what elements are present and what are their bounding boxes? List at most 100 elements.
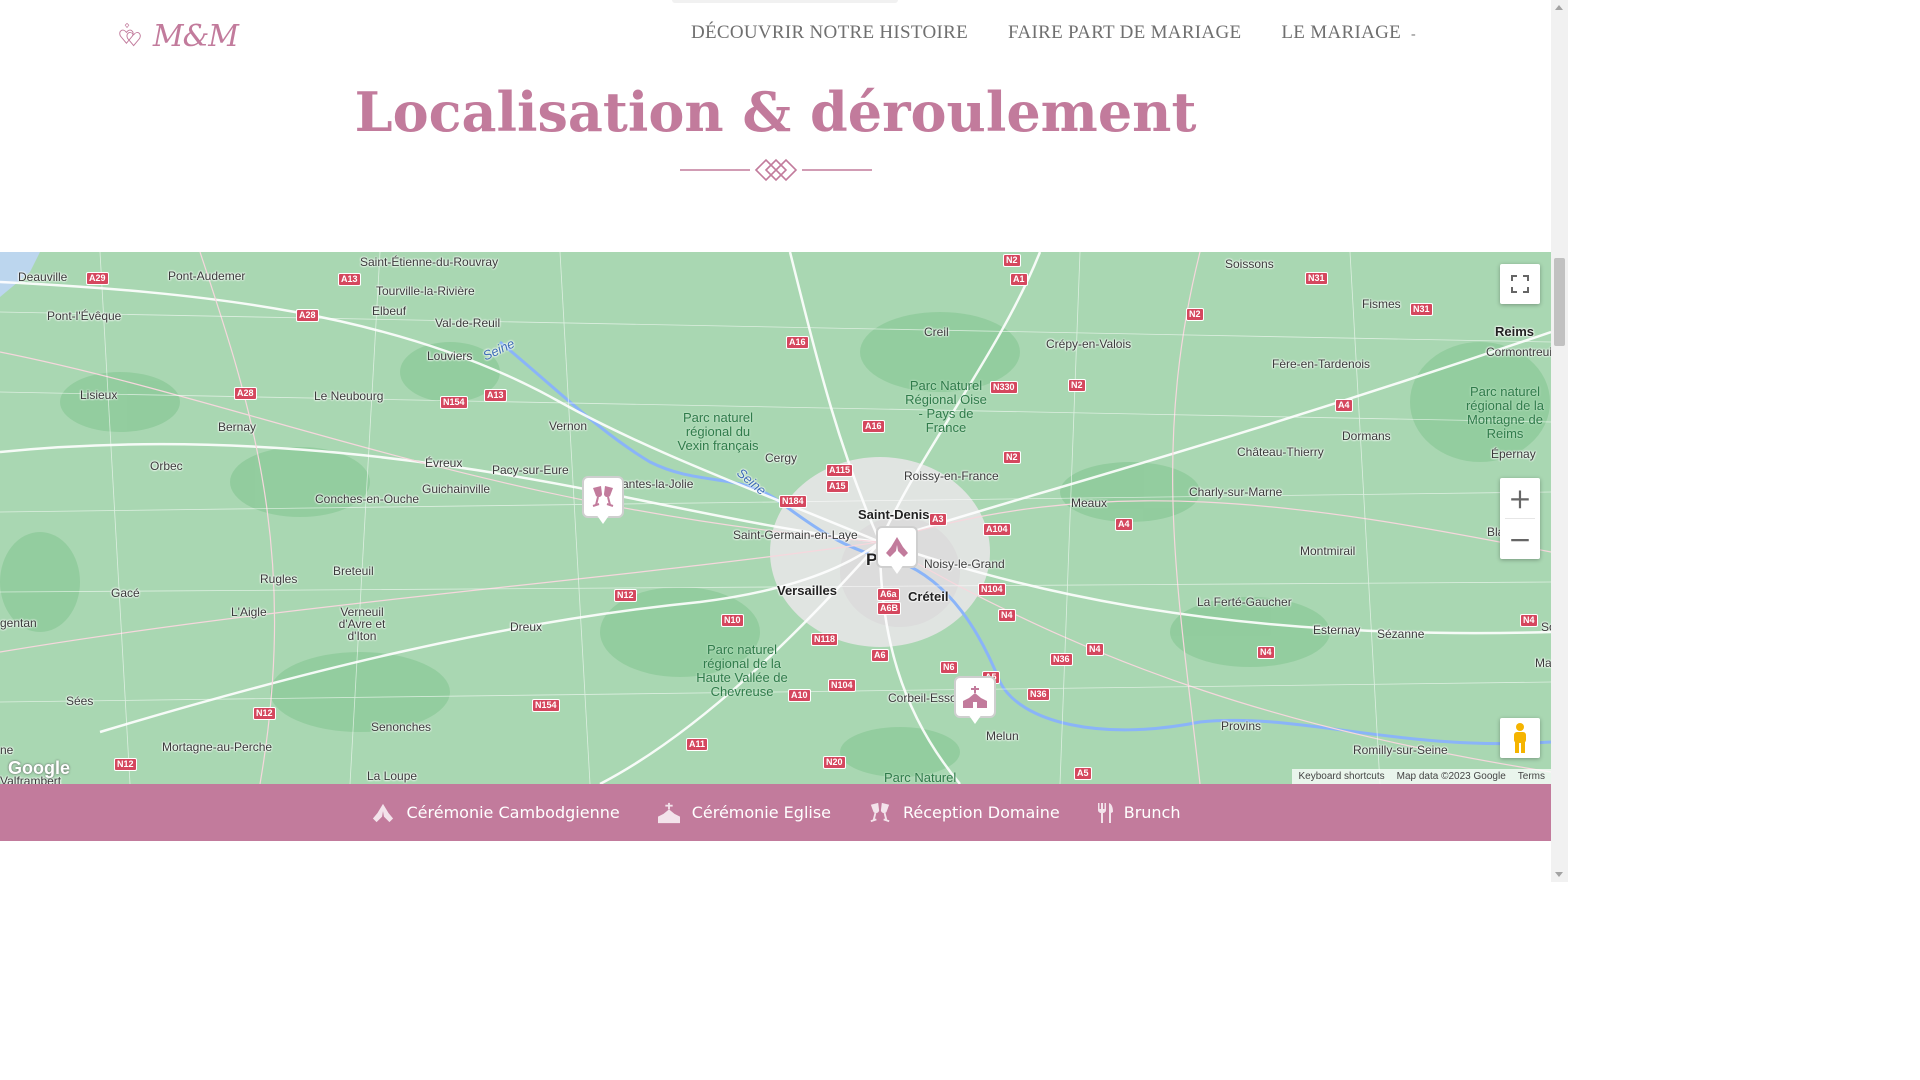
road-shield: A16: [786, 336, 809, 349]
praying-hands-icon: [373, 803, 394, 822]
praying-hands-icon: [886, 537, 908, 557]
legend-item-ceremonie-eglise[interactable]: Cérémonie Eglise: [656, 802, 831, 824]
terms-link[interactable]: Terms: [1512, 771, 1551, 782]
marker-pin: [876, 526, 918, 568]
fullscreen-icon: [1511, 275, 1529, 293]
road-shield: N12: [614, 589, 637, 602]
place-label: Senonches: [371, 720, 432, 734]
map-marker-reception[interactable]: [582, 476, 624, 528]
road-shield: N4: [1257, 646, 1275, 659]
place-label: Creil: [924, 325, 949, 339]
place-label: Val-de-Reuil: [435, 316, 501, 330]
road-shield: N20: [823, 756, 846, 769]
place-label: Sézanne: [1377, 627, 1425, 641]
road-shield: A6: [871, 649, 889, 662]
place-label: Roissy-en-France: [904, 469, 999, 483]
place-label: Mantes-la-Jolie: [612, 477, 694, 491]
legend-item-ceremonie-cambodgienne[interactable]: Cérémonie Cambodgienne: [370, 802, 620, 824]
marker-pin: [954, 676, 996, 718]
church-icon: [963, 686, 987, 708]
main-nav: DÉCOUVRIR NOTRE HISTOIRE FAIRE PART DE M…: [691, 22, 1416, 44]
road-shield: A15: [826, 480, 849, 493]
place-label: Dormans: [1342, 429, 1391, 443]
road-shield: A1: [1010, 273, 1028, 286]
place-label: Château-Thierry: [1237, 445, 1324, 459]
place-label: La Ferté-Gaucher: [1197, 595, 1292, 609]
toast-glasses-icon: [592, 486, 614, 507]
scroll-up-icon[interactable]: [1555, 5, 1563, 10]
google-logo[interactable]: Google: [8, 758, 70, 779]
road-shield: A4: [1115, 518, 1133, 531]
place-label: L'Aigle: [231, 605, 267, 619]
section-title: Localisation & déroulement: [354, 80, 1197, 144]
fullscreen-button[interactable]: [1500, 264, 1540, 304]
road-shield: A13: [338, 273, 361, 286]
place-label: Versailles: [777, 583, 837, 598]
site-logo[interactable]: M&M: [118, 12, 239, 60]
road-shield: N154: [440, 396, 468, 409]
map-marker-ceremonie-cambodgienne[interactable]: [876, 526, 918, 578]
street-view-button[interactable]: [1500, 718, 1540, 758]
zoom-in-button[interactable]: +: [1500, 478, 1540, 518]
park-label: Parc Naturel Régional Oise - Pays de Fra…: [905, 378, 987, 435]
road-shield: A29: [86, 272, 109, 285]
heart-rings-icon: [119, 22, 141, 47]
park-label: Parc naturel régional du Vexin français: [677, 410, 759, 453]
nav-item-le-mariage[interactable]: LE MARIAGE -: [1281, 22, 1416, 44]
place-label: Verneuil d'Avre et d'Iton: [338, 605, 386, 643]
scroll-thumb[interactable]: [1554, 258, 1565, 346]
map-legend: Cérémonie Cambodgienne Cérémonie Eglise …: [0, 784, 1551, 841]
park-label: Parc naturel régional de la Montagne de …: [1465, 384, 1545, 441]
place-label: Conches-en-Ouche: [315, 492, 420, 506]
nav-item-histoire[interactable]: DÉCOUVRIR NOTRE HISTOIRE: [691, 22, 968, 44]
keyboard-shortcuts-link[interactable]: Keyboard shortcuts: [1292, 771, 1390, 782]
marker-tip: [968, 714, 982, 724]
place-label: Reims: [1495, 324, 1535, 339]
top-tab-decoration: [672, 0, 898, 3]
pegman-icon: [1514, 723, 1526, 753]
road-shield: N104: [828, 679, 856, 692]
road-shield: N184: [779, 495, 807, 508]
place-label: Cormontreuil: [1486, 345, 1551, 359]
place-label: Bernay: [218, 420, 257, 434]
place-label: Saint-Germain-en-Laye: [733, 528, 858, 542]
road-shield: N31: [1410, 303, 1433, 316]
site-header: M&M DÉCOUVRIR NOTRE HISTOIRE FAIRE PART …: [0, 0, 1551, 70]
scroll-down-icon[interactable]: [1555, 872, 1563, 877]
legend-item-brunch[interactable]: Brunch: [1096, 802, 1181, 824]
place-label: Saint-Denis: [858, 507, 930, 522]
road-shield: N2: [1186, 308, 1204, 321]
road-shield: N10: [721, 614, 744, 627]
place-label: ne: [0, 743, 14, 757]
place-label: La Loupe: [367, 769, 418, 783]
legend-label: Cérémonie Eglise: [691, 803, 832, 822]
road-shield: N6: [940, 661, 958, 674]
place-label: Charly-sur-Marne: [1189, 485, 1283, 499]
place-label: Elbeuf: [372, 304, 407, 318]
google-map[interactable]: Saint-Étienne-du-Rouvray Deauville Pont-…: [0, 252, 1551, 784]
place-label: Pacy-sur-Eure: [492, 463, 569, 477]
place-label: Tourville-la-Rivière: [376, 284, 475, 298]
zoom-out-button[interactable]: −: [1500, 519, 1540, 559]
place-label: gentan: [0, 616, 37, 630]
road-shield: N2: [1003, 451, 1021, 464]
place-label: Crépy-en-Valois: [1046, 337, 1132, 351]
road-shield: A16: [862, 420, 885, 433]
page-scrollbar[interactable]: [1551, 0, 1568, 882]
place-label: Vernon: [549, 419, 588, 433]
place-label: Louviers: [427, 349, 473, 363]
road-shield: N4: [1520, 614, 1538, 627]
legend-label: Réception Domaine: [903, 803, 1060, 822]
nav-item-faire-part[interactable]: FAIRE PART DE MARIAGE: [1008, 22, 1241, 44]
map-data-credit: Map data ©2023 Google: [1396, 771, 1506, 782]
place-label: Gacé: [111, 586, 140, 600]
map-marker-ceremonie-eglise[interactable]: [954, 676, 996, 728]
road-shield: N12: [114, 758, 137, 771]
place-label: Breteuil: [333, 564, 374, 578]
road-shield: N31: [1305, 272, 1328, 285]
legend-item-reception-domaine[interactable]: Réception Domaine: [867, 802, 1060, 824]
road-shield: N118: [811, 633, 839, 646]
marker-pin: [582, 476, 624, 518]
map-attribution: Keyboard shortcuts Map data ©2023 Google…: [1292, 769, 1551, 784]
place-label: Guichainville: [422, 482, 491, 496]
